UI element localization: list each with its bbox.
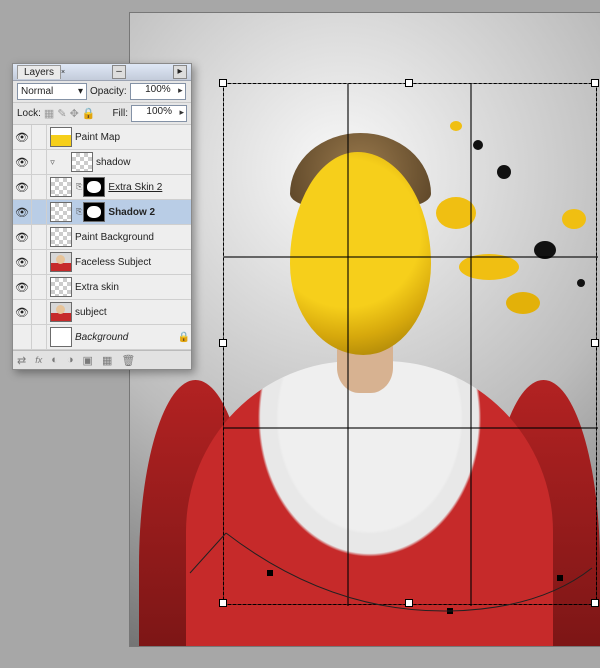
mask-icon[interactable]: ◐ [51, 354, 58, 366]
lock-icons[interactable]: ▦ ✎ ✥ 🔒 [44, 107, 96, 120]
lock-fill-row: Lock: ▦ ✎ ✥ 🔒 Fill: 100% [13, 103, 191, 125]
layer-thumbnail[interactable] [50, 302, 72, 322]
visibility-toggle[interactable]: 👁 [13, 175, 32, 199]
layer-thumbnail[interactable] [50, 127, 72, 147]
new-layer-icon[interactable]: ▦ [102, 354, 112, 367]
transform-handle[interactable] [219, 339, 227, 347]
layer-name[interactable]: Extra Skin 2 [108, 182, 191, 193]
link-cell[interactable] [32, 200, 47, 224]
layer-thumbnail[interactable] [50, 327, 72, 347]
layer-row[interactable]: 👁 ⎘ Shadow 2 [13, 200, 191, 225]
link-icon[interactable]: ⇄ [17, 354, 26, 367]
panel-tab[interactable]: Layers [17, 65, 61, 79]
visibility-toggle[interactable]: 👁 [13, 150, 32, 174]
adjustment-icon[interactable]: ◑ [67, 354, 74, 366]
link-cell[interactable] [32, 175, 47, 199]
link-cell[interactable] [32, 125, 47, 149]
layer-row[interactable]: 👁 ⎘ Extra Skin 2 [13, 175, 191, 200]
mask-link-icon[interactable]: ⎘ [76, 182, 82, 192]
visibility-toggle[interactable]: 👁 [13, 225, 32, 249]
close-tab-icon[interactable]: × [61, 69, 65, 76]
layer-mask-thumbnail[interactable] [83, 177, 105, 197]
fx-icon[interactable]: fx [35, 355, 42, 365]
visibility-toggle[interactable]: 👁 [13, 250, 32, 274]
transform-handle[interactable] [405, 599, 413, 607]
transform-handle[interactable] [405, 79, 413, 87]
warp-anchor[interactable] [557, 575, 563, 581]
lock-icon: 🔒 [177, 332, 191, 343]
layer-thumbnail[interactable] [50, 252, 72, 272]
mask-link-icon[interactable]: ⎘ [76, 207, 82, 217]
visibility-toggle[interactable]: 👁 [13, 125, 32, 149]
trash-icon[interactable]: 🗑 [121, 354, 135, 367]
transform-handle[interactable] [591, 599, 599, 607]
link-cell[interactable] [32, 325, 47, 349]
link-cell[interactable] [32, 275, 47, 299]
link-cell[interactable] [32, 300, 47, 324]
blend-opacity-row: Normal ▾ Opacity: 100% [13, 81, 191, 103]
transform-handle[interactable] [219, 79, 227, 87]
transform-handle[interactable] [591, 339, 599, 347]
panel-footer: ⇄ fx ◐ ◑ ▣ ▦ 🗑 [13, 350, 191, 369]
layer-name[interactable]: Background [75, 332, 177, 343]
visibility-toggle[interactable] [13, 325, 32, 349]
chevron-down-icon: ▾ [78, 86, 83, 97]
layer-thumbnail[interactable] [50, 227, 72, 247]
minimize-icon[interactable]: – [112, 65, 126, 79]
group-icon[interactable]: ▣ [83, 354, 93, 367]
layer-name[interactable]: subject [75, 307, 191, 318]
layers-list: 👁 Paint Map 👁 ▿ shadow 👁 ⎘ Extra Skin 2 👁 ⎘ Shadow… [13, 125, 191, 350]
warp-mesh[interactable] [223, 83, 597, 605]
warp-anchor[interactable] [447, 608, 453, 614]
visibility-toggle[interactable]: 👁 [13, 300, 32, 324]
layer-row[interactable]: 👁 Extra skin [13, 275, 191, 300]
layer-thumbnail[interactable] [50, 177, 72, 197]
fill-input[interactable]: 100% [131, 105, 187, 122]
layer-name[interactable]: Shadow 2 [108, 207, 191, 218]
link-cell[interactable] [32, 250, 47, 274]
fill-label: Fill: [112, 108, 128, 119]
layer-thumbnail[interactable] [50, 202, 72, 222]
layer-thumbnail[interactable] [71, 152, 93, 172]
link-cell[interactable] [32, 225, 47, 249]
opacity-label: Opacity: [90, 86, 127, 97]
transform-handle[interactable] [591, 79, 599, 87]
layer-row[interactable]: 👁 ▿ shadow [13, 150, 191, 175]
layer-name[interactable]: Paint Background [75, 232, 191, 243]
layer-row[interactable]: 👁 Faceless Subject [13, 250, 191, 275]
opacity-input[interactable]: 100% [130, 83, 186, 100]
panel-titlebar[interactable]: Layers × – ▸ [13, 64, 191, 81]
layer-name[interactable]: Paint Map [75, 132, 191, 143]
layer-row[interactable]: 👁 Paint Map [13, 125, 191, 150]
layer-row[interactable]: Background🔒 [13, 325, 191, 350]
layer-row[interactable]: 👁 Paint Background [13, 225, 191, 250]
canvas[interactable] [130, 13, 600, 646]
group-arrow-icon[interactable]: ▿ [47, 157, 58, 168]
layer-name[interactable]: Faceless Subject [75, 257, 191, 268]
layer-name[interactable]: shadow [96, 157, 191, 168]
warp-anchor[interactable] [267, 570, 273, 576]
blend-mode-value: Normal [21, 86, 53, 97]
lock-label: Lock: [17, 108, 41, 119]
visibility-toggle[interactable]: 👁 [13, 200, 32, 224]
panel-menu-icon[interactable]: ▸ [173, 65, 187, 79]
transform-handle[interactable] [219, 599, 227, 607]
blend-mode-select[interactable]: Normal ▾ [17, 83, 87, 100]
layers-panel[interactable]: Layers × – ▸ Normal ▾ Opacity: 100% Lock… [12, 63, 192, 370]
link-cell[interactable] [32, 150, 47, 174]
visibility-toggle[interactable]: 👁 [13, 275, 32, 299]
layer-row[interactable]: 👁 subject [13, 300, 191, 325]
layer-mask-thumbnail[interactable] [83, 202, 105, 222]
layer-thumbnail[interactable] [50, 277, 72, 297]
layer-name[interactable]: Extra skin [75, 282, 191, 293]
